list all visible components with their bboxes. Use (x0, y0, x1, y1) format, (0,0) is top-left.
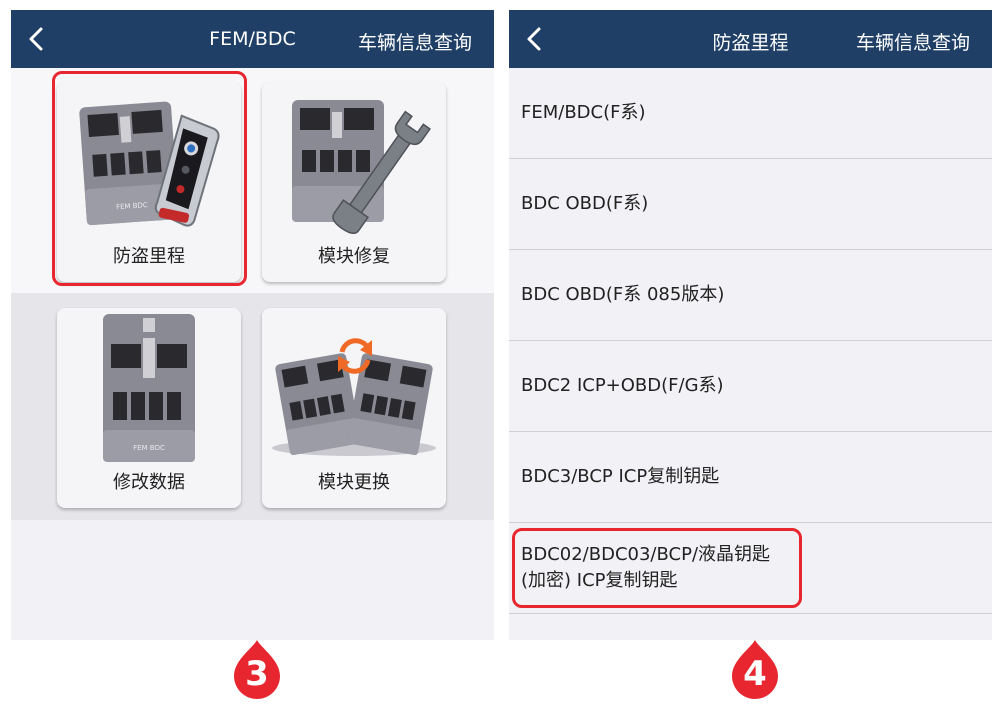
list-item[interactable]: FEM/BDC(F系) (509, 68, 992, 159)
back-arrow-icon[interactable] (519, 22, 549, 56)
step-badge: 3 (232, 638, 282, 700)
tile-module-replace[interactable]: 模块更换 (262, 308, 446, 508)
left-screen: FEM/BDC 车辆信息查询 FEM BDC 防盗里程 模块修复 FEM BDC… (11, 10, 494, 640)
list-item-label: BDC OBD(F系 085版本) (521, 284, 725, 305)
module-swap-icon (272, 338, 436, 456)
nav-bar: FEM/BDC 车辆信息查询 (11, 10, 494, 68)
step-number: 4 (743, 654, 767, 694)
list-item[interactable]: BDC OBD(F系) (509, 159, 992, 250)
tile-anti-theft-mileage[interactable]: FEM BDC 防盗里程 (57, 82, 241, 282)
list-item[interactable]: BDC2 ICP+OBD(F/G系) (509, 341, 992, 432)
list-item-label: BDC3/BCP ICP复制钥匙 (521, 466, 720, 487)
tile-label: 模块更换 (318, 472, 390, 493)
tile-label: 修改数据 (113, 472, 185, 493)
list-item-label: BDC02/BDC03/BCP/液晶钥匙 (加密) ICP复制钥匙 (521, 544, 771, 591)
back-arrow-icon[interactable] (21, 22, 51, 56)
tile-label: 模块修复 (318, 246, 390, 267)
module-icon: FEM BDC (103, 314, 195, 462)
nav-bar: 防盗里程 车辆信息查询 (509, 10, 992, 68)
module-with-wrench-icon (292, 100, 431, 234)
tile-module-repair[interactable]: 模块修复 (262, 82, 446, 282)
list-item-label: FEM/BDC(F系) (521, 102, 646, 123)
step-badge: 4 (730, 638, 780, 700)
tile-label: 防盗里程 (113, 246, 185, 267)
module-print: FEM BDC (133, 444, 165, 452)
list-item[interactable]: BDC3/BCP ICP复制钥匙 (509, 432, 992, 523)
right-screen: 防盗里程 车辆信息查询 FEM/BDC(F系) BDC OBD(F系) BDC … (509, 10, 992, 640)
list-item[interactable]: BDC02/BDC03/BCP/液晶钥匙 (加密) ICP复制钥匙 (509, 523, 992, 614)
list-item-label: BDC2 ICP+OBD(F/G系) (521, 375, 724, 396)
list-item[interactable]: BDC OBD(F系 085版本) (509, 250, 992, 341)
step-number: 3 (245, 654, 269, 694)
vehicle-info-query-link[interactable]: 车辆信息查询 (856, 28, 970, 55)
vehicle-info-query-link[interactable]: 车辆信息查询 (358, 28, 472, 55)
tile-modify-data[interactable]: FEM BDC 修改数据 (57, 308, 241, 508)
module-with-key-icon: FEM BDC (79, 101, 220, 227)
list-item-label: BDC OBD(F系) (521, 193, 649, 214)
